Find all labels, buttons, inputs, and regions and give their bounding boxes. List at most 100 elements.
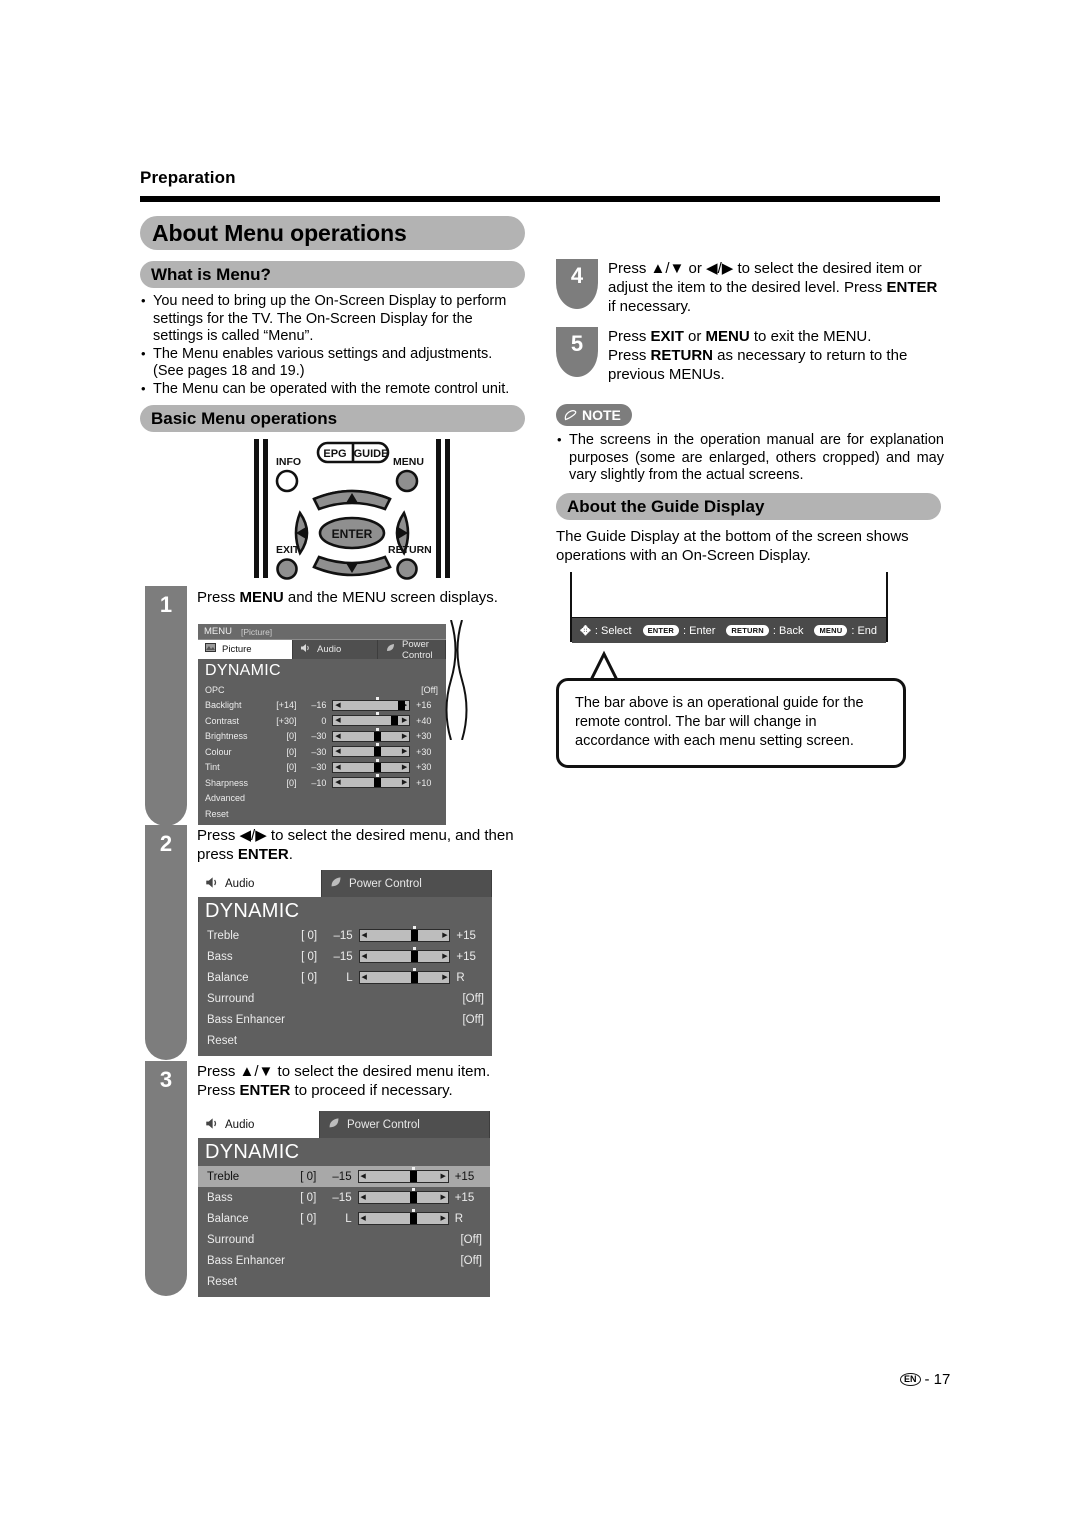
osd-row[interactable]: Treble[ 0] –15 ◀ ▶ +15 [198,925,492,946]
osd-slider[interactable]: ◀▶ [332,743,411,758]
osd-slider[interactable]: ◀▶ [332,758,411,773]
slider-thumb[interactable] [409,1192,417,1203]
osd-slider[interactable]: ◀▶ [332,727,411,742]
osd-tab-power-control[interactable]: Power Control [322,870,492,897]
osd-row[interactable]: Contrast [+30] 0 ◀ ▶ +40 [198,712,446,729]
osd-row[interactable]: Backlight [+14] –16 ◀▶ +16 [198,696,446,714]
osd-row-state: [Off] [460,1233,482,1246]
osd-row[interactable]: Bass[ 0] –15 ◀ ▶ +15 [198,1187,490,1208]
osd-picture-menu: MENU [Picture] Picture Audio Power Contr… [198,624,446,825]
slider-thumb[interactable] [410,930,418,941]
osd-row[interactable]: Surround [Off] [198,988,492,1009]
slider-thumb[interactable] [409,1171,417,1182]
note-badge: NOTE [556,404,632,426]
osd-tab-audio[interactable]: Audio [293,640,378,659]
osd-slider[interactable]: ◀▶ [357,1167,449,1183]
slider-thumb[interactable] [374,731,382,741]
slider-left-arrow-icon[interactable]: ◀ [333,732,342,741]
osd-tab-picture[interactable]: Picture [198,640,293,659]
osd-row[interactable]: Brightness [0] –30 ◀ ▶ +30 [198,727,446,745]
osd-row-max: +15 [454,1170,475,1183]
leaf-icon [327,1117,341,1133]
slider-left-arrow-icon[interactable]: ◀ [359,1214,368,1223]
osd-tab-bar: Audio Power Control [198,870,492,897]
guide-item-end: MENU : End [814,625,877,637]
osd-row[interactable]: Bass Enhancer [Off] [198,1250,490,1271]
slider-right-arrow-icon[interactable]: ▶ [400,716,409,725]
osd-slider[interactable]: ◀▶ [358,947,451,963]
slider-thumb[interactable] [374,747,382,757]
osd-tab-audio[interactable]: Audio [198,870,322,897]
osd-row[interactable]: Sharpness [0] –10 ◀ ▶ +10 [198,774,446,791]
osd-row[interactable]: Tint [0] –30 ◀ ▶ +30 [198,758,446,776]
osd-row[interactable]: Bass[ 0] –15 ◀ ▶ +15 [198,946,492,967]
note-label: NOTE [582,407,621,423]
osd-row-value: [ 0] [301,929,318,942]
slider-center-tick [376,758,380,762]
slider-right-arrow-icon[interactable]: ▶ [440,931,449,940]
osd-row[interactable]: Balance[ 0] L ◀ ▶ R [198,1208,490,1229]
osd-row-min: –30 [311,762,327,773]
slider-right-arrow-icon[interactable]: ▶ [400,763,409,772]
osd-row[interactable]: Bass Enhancer [Off] [198,1009,492,1030]
osd-tab-power-control[interactable]: Power Control [320,1111,490,1138]
slider-left-arrow-icon[interactable]: ◀ [333,763,342,772]
osd-tab-label: Power Control [349,877,422,890]
slider-left-arrow-icon[interactable]: ◀ [360,931,369,940]
slider-left-arrow-icon[interactable]: ◀ [360,952,369,961]
slider-thumb[interactable] [410,972,418,983]
slider-right-arrow-icon[interactable]: ▶ [400,747,409,756]
slider-left-arrow-icon[interactable]: ◀ [360,973,369,982]
osd-row[interactable]: Reset [198,1271,490,1292]
picture-icon [205,643,216,656]
slider-right-arrow-icon[interactable]: ▶ [440,973,449,982]
slider-right-arrow-icon[interactable]: ▶ [439,1193,448,1202]
slider-left-arrow-icon[interactable]: ◀ [359,1193,368,1202]
slider-thumb[interactable] [390,716,398,726]
slider-left-arrow-icon[interactable]: ◀ [333,747,342,756]
slider-thumb[interactable] [374,778,382,788]
osd-tab-power-control[interactable]: Power Control [378,639,446,661]
osd-row-max: +16 [416,700,432,711]
guide-screen-area [572,572,886,618]
osd-row[interactable]: Reset [198,806,446,822]
osd-row[interactable]: OPC [Off] [198,682,446,698]
osd-slider[interactable]: ◀▶ [358,926,451,942]
slider-right-arrow-icon[interactable]: ▶ [400,778,409,787]
osd-slider[interactable]: ◀▶ [358,968,451,984]
slider-right-arrow-icon[interactable]: ▶ [400,732,409,741]
slider-left-arrow-icon[interactable]: ◀ [333,701,342,710]
slider-thumb[interactable] [409,1213,417,1224]
osd-row-min: –10 [311,777,327,788]
osd-row[interactable]: Treble[ 0] –15 ◀ ▶ +15 [198,1166,490,1187]
osd-row[interactable]: Advanced [198,791,446,807]
section-label: Preparation [140,168,236,187]
slider-left-arrow-icon[interactable]: ◀ [359,1172,368,1181]
osd-tab-label: Audio [317,644,342,655]
osd-mode-label: DYNAMIC [205,1141,300,1163]
osd-row-name: Bass [207,950,233,963]
osd-row-min: –30 [311,746,327,757]
slider-right-arrow-icon[interactable]: ▶ [439,1214,448,1223]
osd-tab-audio[interactable]: Audio [198,1111,320,1138]
osd-row-max: +40 [416,715,432,726]
osd-row[interactable]: Surround [Off] [198,1229,490,1250]
slider-right-arrow-icon[interactable]: ▶ [439,1172,448,1181]
osd-row-min: –16 [311,700,327,711]
slider-thumb[interactable] [397,700,405,710]
slider-thumb[interactable] [410,951,418,962]
slider-left-arrow-icon[interactable]: ◀ [333,716,342,725]
osd-row-min: –15 [332,1170,352,1183]
osd-slider[interactable]: ◀▶ [332,774,411,789]
osd-slider[interactable]: ◀▶ [357,1209,449,1225]
osd-row[interactable]: Reset [198,1030,492,1051]
slider-left-arrow-icon[interactable]: ◀ [333,778,342,787]
osd-slider[interactable]: ◀▶ [332,712,411,727]
slider-right-arrow-icon[interactable]: ▶ [440,952,449,961]
slider-thumb[interactable] [374,762,382,772]
osd-row[interactable]: Balance[ 0] L ◀ ▶ R [198,967,492,988]
enter-keycap: ENTER [642,625,680,636]
osd-row[interactable]: Colour [0] –30 ◀ ▶ +30 [198,743,446,760]
osd-slider[interactable]: ◀▶ [357,1188,449,1204]
osd-slider[interactable]: ◀▶ [332,696,411,711]
